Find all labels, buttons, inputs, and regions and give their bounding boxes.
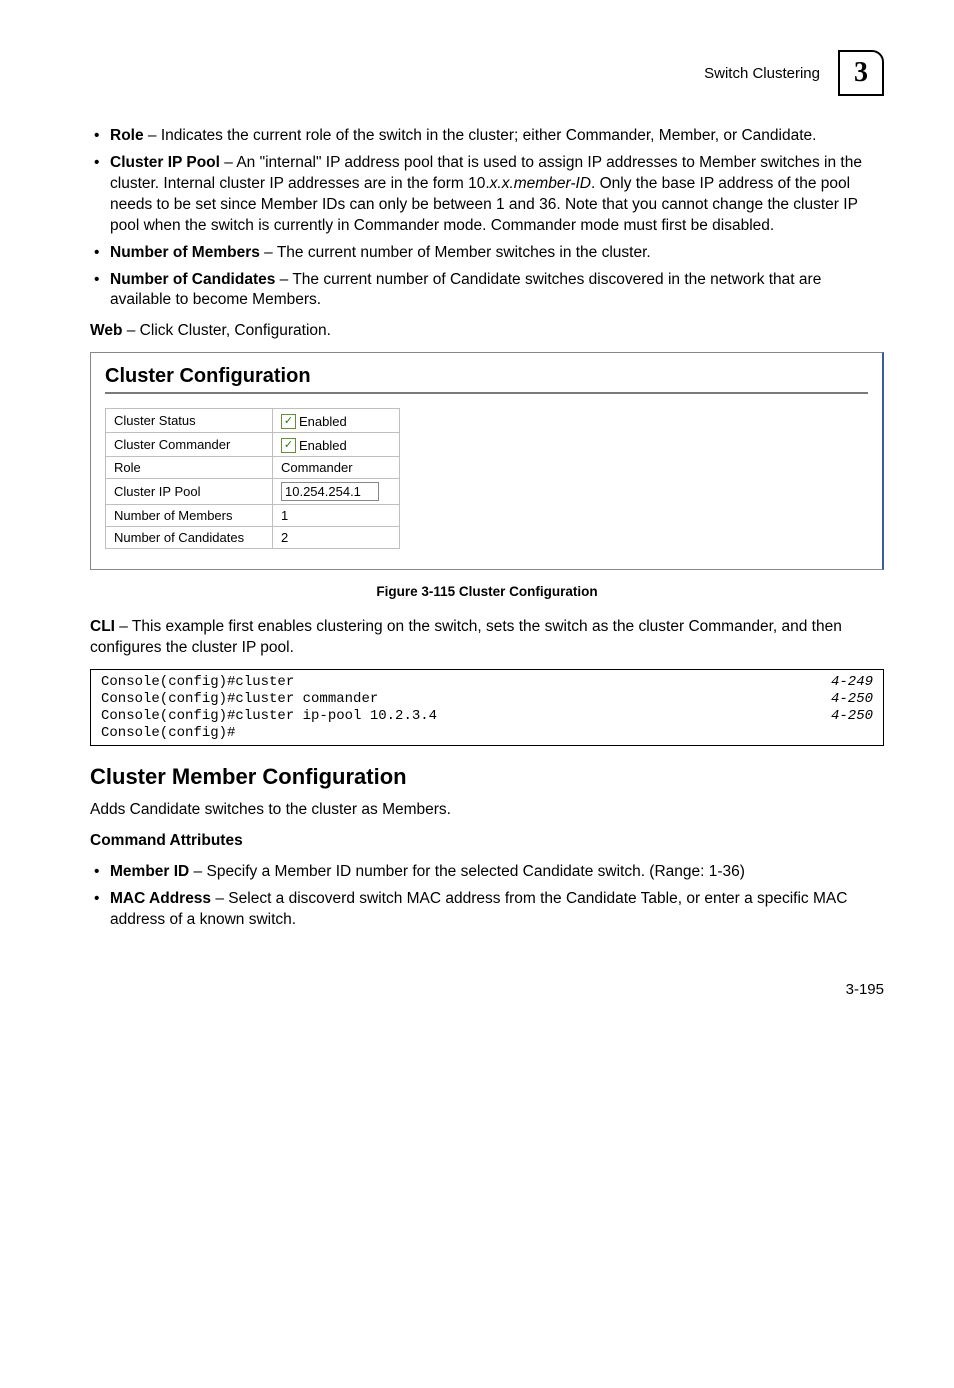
command-attributes-heading: Command Attributes	[90, 831, 884, 852]
attribute-italic: x.x.member-ID	[490, 175, 591, 192]
attribute-item: Member ID – Specify a Member ID number f…	[90, 862, 884, 883]
attribute-term: MAC Address	[110, 890, 211, 907]
attribute-term: Number of Members	[110, 244, 260, 261]
checkbox-label: Enabled	[299, 414, 347, 429]
figure-panel: Cluster Configuration Cluster Status✓Ena…	[90, 352, 884, 570]
section-intro: Adds Candidate switches to the cluster a…	[90, 800, 884, 821]
config-label: Cluster IP Pool	[106, 479, 273, 505]
attribute-term: Cluster IP Pool	[110, 154, 220, 171]
config-label: Role	[106, 457, 273, 479]
page-header: Switch Clustering 3	[90, 50, 884, 96]
code-line: Console(config)#	[101, 725, 873, 742]
code-reference: 4-249	[811, 674, 873, 691]
page-number: 3-195	[90, 981, 884, 998]
checkbox-label: Enabled	[299, 438, 347, 453]
config-label: Number of Candidates	[106, 527, 273, 549]
figure-title: Cluster Configuration	[105, 365, 868, 388]
attribute-item: Number of Candidates – The current numbe…	[90, 270, 884, 312]
chapter-number-box: 3	[838, 50, 884, 96]
config-value: 1	[273, 505, 400, 527]
config-label: Number of Members	[106, 505, 273, 527]
web-instruction: Web – Click Cluster, Configuration.	[90, 321, 884, 342]
config-label: Cluster Status	[106, 409, 273, 433]
config-value: ✓Enabled	[273, 433, 400, 457]
table-row: Cluster IP Pool 10.254.254.1	[106, 479, 400, 505]
code-command: Console(config)#cluster ip-pool 10.2.3.4	[101, 708, 437, 725]
config-value: 10.254.254.1	[273, 479, 400, 505]
attribute-item: Role – Indicates the current role of the…	[90, 126, 884, 147]
attribute-item: MAC Address – Select a discoverd switch …	[90, 889, 884, 931]
code-line: Console(config)#cluster ip-pool 10.2.3.4…	[101, 708, 873, 725]
web-label: Web	[90, 322, 122, 339]
code-command: Console(config)#cluster commander	[101, 691, 378, 708]
code-command: Console(config)#	[101, 725, 235, 742]
code-block: Console(config)#cluster4-249Console(conf…	[90, 669, 884, 746]
config-label: Cluster Commander	[106, 433, 273, 457]
cli-label: CLI	[90, 618, 115, 635]
attribute-list-2: Member ID – Specify a Member ID number f…	[90, 862, 884, 931]
config-value: Commander	[273, 457, 400, 479]
table-row: RoleCommander	[106, 457, 400, 479]
attribute-list-1: Role – Indicates the current role of the…	[90, 126, 884, 311]
code-reference: 4-250	[811, 691, 873, 708]
table-row: Cluster Status✓Enabled	[106, 409, 400, 433]
attribute-term: Member ID	[110, 863, 189, 880]
table-row: Cluster Commander✓Enabled	[106, 433, 400, 457]
checkbox-icon[interactable]: ✓	[281, 414, 296, 429]
code-command: Console(config)#cluster	[101, 674, 294, 691]
header-label: Switch Clustering	[704, 65, 820, 82]
ip-pool-input[interactable]: 10.254.254.1	[281, 482, 379, 501]
config-value: ✓Enabled	[273, 409, 400, 433]
attribute-term: Number of Candidates	[110, 271, 275, 288]
web-text: – Click Cluster, Configuration.	[122, 322, 330, 339]
table-row: Number of Members1	[106, 505, 400, 527]
code-reference: 4-250	[811, 708, 873, 725]
attribute-item: Number of Members – The current number o…	[90, 243, 884, 264]
checkbox-icon[interactable]: ✓	[281, 438, 296, 453]
figure-caption: Figure 3-115 Cluster Configuration	[90, 584, 884, 599]
config-table: Cluster Status✓EnabledCluster Commander✓…	[105, 408, 400, 549]
code-line: Console(config)#cluster commander 4-250	[101, 691, 873, 708]
code-reference	[853, 725, 873, 742]
attribute-term: Role	[110, 127, 144, 144]
config-value: 2	[273, 527, 400, 549]
figure-divider	[105, 392, 868, 394]
table-row: Number of Candidates2	[106, 527, 400, 549]
attribute-item: Cluster IP Pool – An "internal" IP addre…	[90, 153, 884, 237]
cli-text: – This example first enables clustering …	[90, 618, 842, 656]
cli-instruction: CLI – This example first enables cluster…	[90, 617, 884, 659]
section-heading: Cluster Member Configuration	[90, 764, 884, 790]
code-line: Console(config)#cluster 4-249	[101, 674, 873, 691]
